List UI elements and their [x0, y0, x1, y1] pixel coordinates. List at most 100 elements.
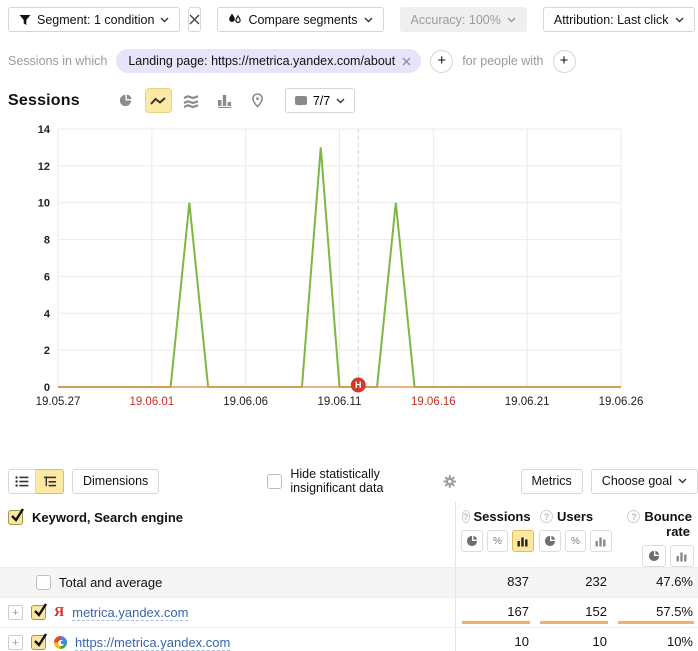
bars-mini-icon — [676, 551, 688, 562]
map-pin-icon — [251, 93, 264, 108]
chevron-down-icon — [675, 17, 684, 23]
total-sessions-value: 837 — [507, 574, 529, 589]
column-chart-view-button[interactable] — [211, 88, 238, 113]
help-icon[interactable]: ? — [540, 510, 553, 523]
accuracy-button[interactable]: Accuracy: 100% — [400, 7, 527, 32]
chart-type-switcher — [112, 88, 271, 113]
table-toolbar: Dimensions Hide statistically insignific… — [0, 411, 698, 495]
map-view-button[interactable] — [244, 88, 271, 113]
row-link[interactable]: https://metrica.yandex.com — [75, 635, 230, 651]
svg-text:19.06.16: 19.06.16 — [411, 396, 456, 408]
choose-goal-label: Choose goal — [602, 474, 672, 488]
stacked-area-view-button[interactable] — [178, 88, 205, 113]
compare-drops-icon — [228, 13, 242, 26]
remove-condition-icon[interactable] — [402, 57, 411, 66]
line-chart-view-button[interactable] — [145, 88, 172, 113]
users-bars-view-button[interactable] — [590, 530, 612, 552]
bounce-column-label: Bounce — [644, 509, 692, 524]
column-header-bounce-rate[interactable]: ? Bounce rate — [612, 502, 698, 567]
svg-text:H: H — [355, 380, 362, 390]
sessions-percent-view-button[interactable]: % — [487, 530, 509, 552]
compare-segments-button[interactable]: Compare segments — [217, 7, 383, 32]
metrics-button[interactable]: Metrics — [521, 469, 583, 494]
settings-gear-icon[interactable] — [443, 473, 457, 490]
pie-chart-icon — [118, 93, 133, 108]
dimensions-button[interactable]: Dimensions — [72, 469, 159, 494]
comment-bubble-icon — [295, 96, 307, 105]
line-chart-icon — [150, 94, 166, 108]
sessions-bars-view-button[interactable] — [512, 530, 534, 552]
annotations-dropdown[interactable]: 7/7 — [285, 88, 355, 113]
chart-title: Sessions — [8, 92, 80, 110]
add-user-condition-button[interactable]: + — [553, 50, 576, 73]
help-icon[interactable]: ? — [462, 510, 470, 523]
table-header: Keyword, Search engine ? Sessions % — [0, 502, 698, 567]
sessions-column-label: Sessions — [474, 509, 531, 524]
help-icon[interactable]: ? — [627, 510, 640, 523]
stacked-area-icon — [183, 94, 199, 108]
tree-view-button[interactable] — [36, 469, 64, 494]
flat-list-view-button[interactable] — [8, 469, 36, 494]
row-link[interactable]: metrica.yandex.com — [72, 605, 188, 621]
sessions-line-chart[interactable]: 19.05.2719.06.0119.06.0619.06.1119.06.16… — [0, 117, 698, 411]
list-icon — [15, 475, 29, 488]
top-toolbar: Segment: 1 condition Compare segments Ac… — [0, 0, 698, 32]
segment-button[interactable]: Segment: 1 condition — [8, 7, 180, 32]
column-header-sessions[interactable]: ? Sessions % — [455, 502, 534, 567]
compare-segments-label: Compare segments — [248, 13, 357, 27]
svg-text:2: 2 — [44, 345, 50, 357]
svg-text:8: 8 — [44, 235, 50, 247]
users-pie-view-button[interactable] — [539, 530, 561, 552]
condition-chip-label: Landing page: https://metrica.yandex.com… — [128, 54, 395, 68]
segment-button-label: Segment: 1 condition — [37, 13, 154, 27]
users-value: 152 — [585, 604, 607, 619]
pie-mini-icon — [544, 535, 556, 547]
svg-text:12: 12 — [38, 161, 50, 173]
bars-mini-icon — [517, 536, 529, 547]
column-header-users[interactable]: ? Users % — [534, 502, 612, 567]
attribution-button[interactable]: Attribution: Last click — [543, 7, 695, 32]
chevron-down-icon — [160, 17, 169, 23]
table-row-total: Total and average 837 232 47.6% — [0, 567, 698, 597]
table-row: + Я metrica.yandex.com 167 152 57.5% — [0, 597, 698, 627]
check-icon — [10, 506, 24, 524]
svg-text:4: 4 — [44, 308, 51, 320]
bars-mini-icon — [595, 536, 607, 547]
add-session-condition-button[interactable]: + — [430, 50, 453, 73]
pie-chart-view-button[interactable] — [112, 88, 139, 113]
close-icon — [189, 14, 200, 25]
column-chart-icon — [217, 94, 232, 108]
select-all-checkbox[interactable] — [8, 510, 23, 525]
tree-icon — [43, 475, 57, 488]
segment-condition-chip[interactable]: Landing page: https://metrica.yandex.com… — [116, 49, 421, 73]
sessions-pie-view-button[interactable] — [461, 530, 483, 552]
value-bar — [540, 621, 608, 624]
clear-segment-button[interactable] — [188, 7, 201, 32]
users-percent-view-button[interactable]: % — [565, 530, 587, 552]
row-checkbox[interactable] — [31, 605, 46, 620]
annotations-count: 7/7 — [313, 94, 330, 108]
svg-text:6: 6 — [44, 271, 50, 283]
total-row-label: Total and average — [59, 575, 162, 590]
chevron-down-icon — [336, 98, 345, 104]
table-row: + https://metrica.yandex.com 10 10 10% — [0, 627, 698, 651]
yandex-favicon: Я — [54, 606, 64, 620]
total-users-value: 232 — [585, 574, 607, 589]
hide-insignificant-checkbox[interactable]: Hide statistically insignificant data — [267, 467, 434, 495]
expand-row-button[interactable]: + — [8, 635, 23, 650]
check-icon — [33, 631, 47, 649]
bounce-bars-view-button[interactable] — [670, 545, 694, 567]
expand-row-button[interactable]: + — [8, 605, 23, 620]
check-icon — [33, 601, 47, 619]
bounce-column-label2: rate — [666, 524, 690, 539]
bounce-pie-view-button[interactable] — [642, 545, 666, 567]
row-checkbox[interactable] — [31, 635, 46, 650]
chevron-down-icon — [364, 17, 373, 23]
hide-insignificant-checkbox-box[interactable] — [267, 474, 282, 489]
bounce-value: 10% — [667, 634, 693, 649]
accuracy-label: Accuracy: 100% — [411, 13, 501, 27]
svg-text:19.06.26: 19.06.26 — [599, 396, 644, 408]
choose-goal-button[interactable]: Choose goal — [591, 469, 698, 494]
row-checkbox[interactable] — [36, 575, 51, 590]
value-bar — [462, 621, 530, 624]
